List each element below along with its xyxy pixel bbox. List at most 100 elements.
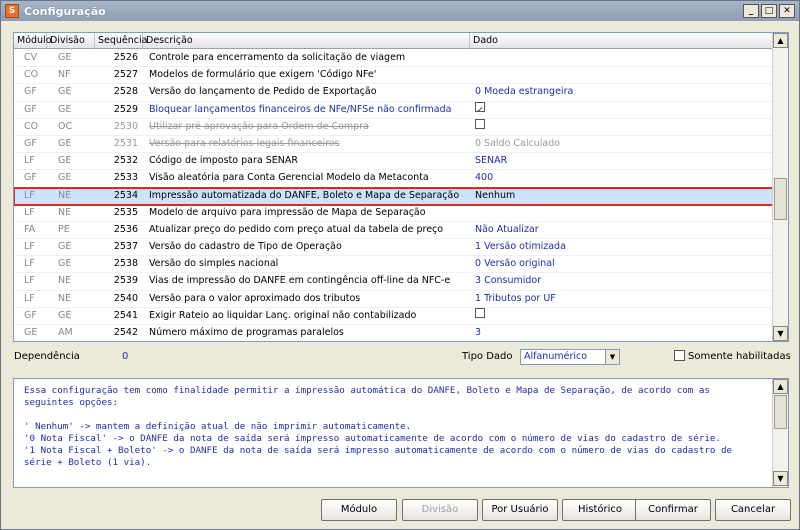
cell-sequencia: 2541 xyxy=(113,309,138,321)
cell-modulo: LF xyxy=(24,241,35,253)
dependencia-value: 0 xyxy=(122,351,129,362)
table-row[interactable]: CO NF 2527 Modelos de formulário que exigem… xyxy=(14,67,774,85)
table-row[interactable]: LF GE 2537 Versão do cadastro de Tipo de Op… xyxy=(14,239,774,257)
table-row[interactable]: CO OC 2530 Utilizar pré aprovação para Orde… xyxy=(14,118,774,136)
cell-modulo: LF xyxy=(24,258,35,270)
grid-scrollbar[interactable]: ▲ ▼ xyxy=(772,33,788,341)
table-row[interactable]: LF GE 2538 Versão do simples nacional 0 Vers… xyxy=(14,256,774,274)
table-row[interactable]: LF NE 2534 Impressão automatizada do DANFE,… xyxy=(14,186,775,206)
cell-modulo: GE xyxy=(24,327,38,338)
table-row[interactable]: LF NE 2539 Vias de impressão do DANFE em co… xyxy=(14,273,774,291)
cell-descricao: Número máximo de programas paralelos xyxy=(149,327,344,338)
close-icon[interactable]: ✕ xyxy=(779,4,795,18)
tipo-dado-label: Tipo Dado xyxy=(462,351,513,362)
cell-divisao: NF xyxy=(58,69,71,81)
cell-dado: SENAR xyxy=(475,155,508,167)
cell-sequencia: 2538 xyxy=(113,258,138,270)
cell-descricao: Modelo de arquivo para impressão de Mapa… xyxy=(149,206,426,218)
cell-divisao: NE xyxy=(58,206,72,218)
table-row[interactable]: GF GE 2528 Versão do lançamento de Pedido d… xyxy=(14,84,774,102)
scroll-down-icon[interactable]: ▼ xyxy=(773,326,788,341)
dependencia-label: Dependência xyxy=(14,351,80,362)
modulo-button[interactable]: Módulo xyxy=(321,499,397,521)
desc-scroll-thumb[interactable] xyxy=(774,395,787,429)
table-row[interactable]: GF GE 2541 Exigir Rateio ao liquidar Lanç. … xyxy=(14,307,774,325)
table-row[interactable]: CV GE 2526 Controle para encerramento da so… xyxy=(14,50,774,68)
minimize-icon[interactable]: _ xyxy=(743,4,759,18)
cell-dado: Não Atualizar xyxy=(475,223,539,235)
por-usuario-button[interactable]: Por Usuário xyxy=(482,499,558,521)
desc-scroll-up-icon[interactable]: ▲ xyxy=(773,379,788,394)
window-title: Configuração xyxy=(24,4,106,18)
cell-descricao: Utilizar pré aprovação para Ordem de Com… xyxy=(149,120,369,132)
desc-scroll-down-icon[interactable]: ▼ xyxy=(773,471,788,486)
title-bar[interactable]: S Configuração _ □ ✕ xyxy=(1,1,799,21)
cell-divisao: GE xyxy=(58,103,72,115)
table-row[interactable]: GF GE 2531 Versão para relatórios legais fi… xyxy=(14,136,774,154)
cell-modulo: LF xyxy=(24,155,35,167)
cell-divisao: NE xyxy=(58,275,72,287)
cell-dado: 3 Consumidor xyxy=(475,275,542,287)
cell-sequencia: 2536 xyxy=(113,223,138,235)
table-row[interactable]: LF NE 2535 Modelo de arquivo para impressão… xyxy=(14,205,774,222)
cell-dado: 400 xyxy=(475,172,494,184)
cell-descricao: Modelos de formulário que exigem 'Código… xyxy=(149,69,377,81)
cell-modulo: CO xyxy=(24,69,39,81)
cell-divisao: GE xyxy=(58,137,72,149)
cell-divisao: GE xyxy=(58,309,72,321)
cell-divisao: OC xyxy=(58,120,73,132)
config-grid[interactable]: Módulo Divisão Sequência Descrição Dado … xyxy=(13,32,789,342)
cell-dado: 3 xyxy=(475,327,482,338)
header-sequencia[interactable]: Sequência xyxy=(95,33,147,49)
cell-divisao: GE xyxy=(58,258,72,270)
dado-checkbox[interactable]: ✓ xyxy=(475,101,485,112)
description-box[interactable]: Essa configuração tem como finalidade pe… xyxy=(13,378,789,488)
cell-modulo: GF xyxy=(24,172,37,184)
grid-header: Módulo Divisão Sequência Descrição Dado xyxy=(14,33,774,49)
cell-sequencia: 2528 xyxy=(113,86,138,98)
cell-modulo: CO xyxy=(24,120,39,132)
cell-sequencia: 2529 xyxy=(113,103,138,115)
dado-checkbox[interactable] xyxy=(475,118,485,129)
somente-habilitadas-checkbox[interactable] xyxy=(674,350,685,361)
cell-descricao: Versão para o valor aproximado dos tribu… xyxy=(149,292,361,304)
header-divisao[interactable]: Divisão xyxy=(47,33,95,49)
cancelar-button[interactable]: Cancelar xyxy=(715,499,791,521)
table-row[interactable]: LF NE 2540 Versão para o valor aproximado d… xyxy=(14,291,774,308)
cell-divisao: GE xyxy=(58,172,72,184)
table-row[interactable]: GF GE 2533 Visão aleatória para Conta Geren… xyxy=(14,170,774,188)
description-scrollbar[interactable]: ▲ ▼ xyxy=(772,379,788,487)
chevron-down-icon[interactable]: ▼ xyxy=(605,350,619,364)
cell-dado: Nenhum xyxy=(475,189,516,201)
dado-checkbox[interactable] xyxy=(475,307,485,318)
cell-sequencia: 2526 xyxy=(113,52,138,63)
tipo-dado-select[interactable]: Alfanumérico ▼ xyxy=(520,349,620,365)
cell-descricao: Exigir Rateio ao liquidar Lanç. original… xyxy=(149,309,417,321)
table-row[interactable]: FA PE 2536 Atualizar preço do pedido com pr… xyxy=(14,222,774,240)
cell-modulo: LF xyxy=(24,189,35,201)
confirmar-button[interactable]: Confirmar xyxy=(635,499,711,521)
header-descricao[interactable]: Descrição xyxy=(143,33,470,49)
cell-divisao: GE xyxy=(58,241,72,253)
header-modulo[interactable]: Módulo xyxy=(14,33,52,49)
table-row[interactable]: GF GE 2529 Bloquear lançamentos financeiros… xyxy=(14,101,774,119)
tipo-dado-value: Alfanumérico xyxy=(524,351,588,362)
cell-descricao: Atualizar preço do pedido com preço atua… xyxy=(149,223,444,235)
historico-button[interactable]: Histórico xyxy=(562,499,638,521)
grid-rows: CV GE 2526 Controle para encerramento da so… xyxy=(14,50,775,341)
cell-divisao: NE xyxy=(58,189,72,201)
table-row[interactable]: GE AM 2542 Número máximo de programas paral… xyxy=(14,325,774,341)
cell-modulo: LF xyxy=(24,275,35,287)
cell-sequencia: 2533 xyxy=(113,172,138,184)
scroll-up-icon[interactable]: ▲ xyxy=(773,33,788,48)
cell-sequencia: 2532 xyxy=(113,155,138,167)
somente-habilitadas-label[interactable]: Somente habilitadas xyxy=(688,351,791,362)
cell-sequencia: 2535 xyxy=(113,206,138,218)
table-row[interactable]: LF GE 2532 Código de imposto para SENAR SENA… xyxy=(14,153,774,171)
scroll-thumb[interactable] xyxy=(774,178,787,220)
header-dado[interactable]: Dado xyxy=(470,33,774,49)
cell-sequencia: 2530 xyxy=(113,120,138,132)
maximize-icon[interactable]: □ xyxy=(761,4,777,18)
cell-divisao: GE xyxy=(58,86,72,98)
divisao-button[interactable]: Divisão xyxy=(402,499,478,521)
